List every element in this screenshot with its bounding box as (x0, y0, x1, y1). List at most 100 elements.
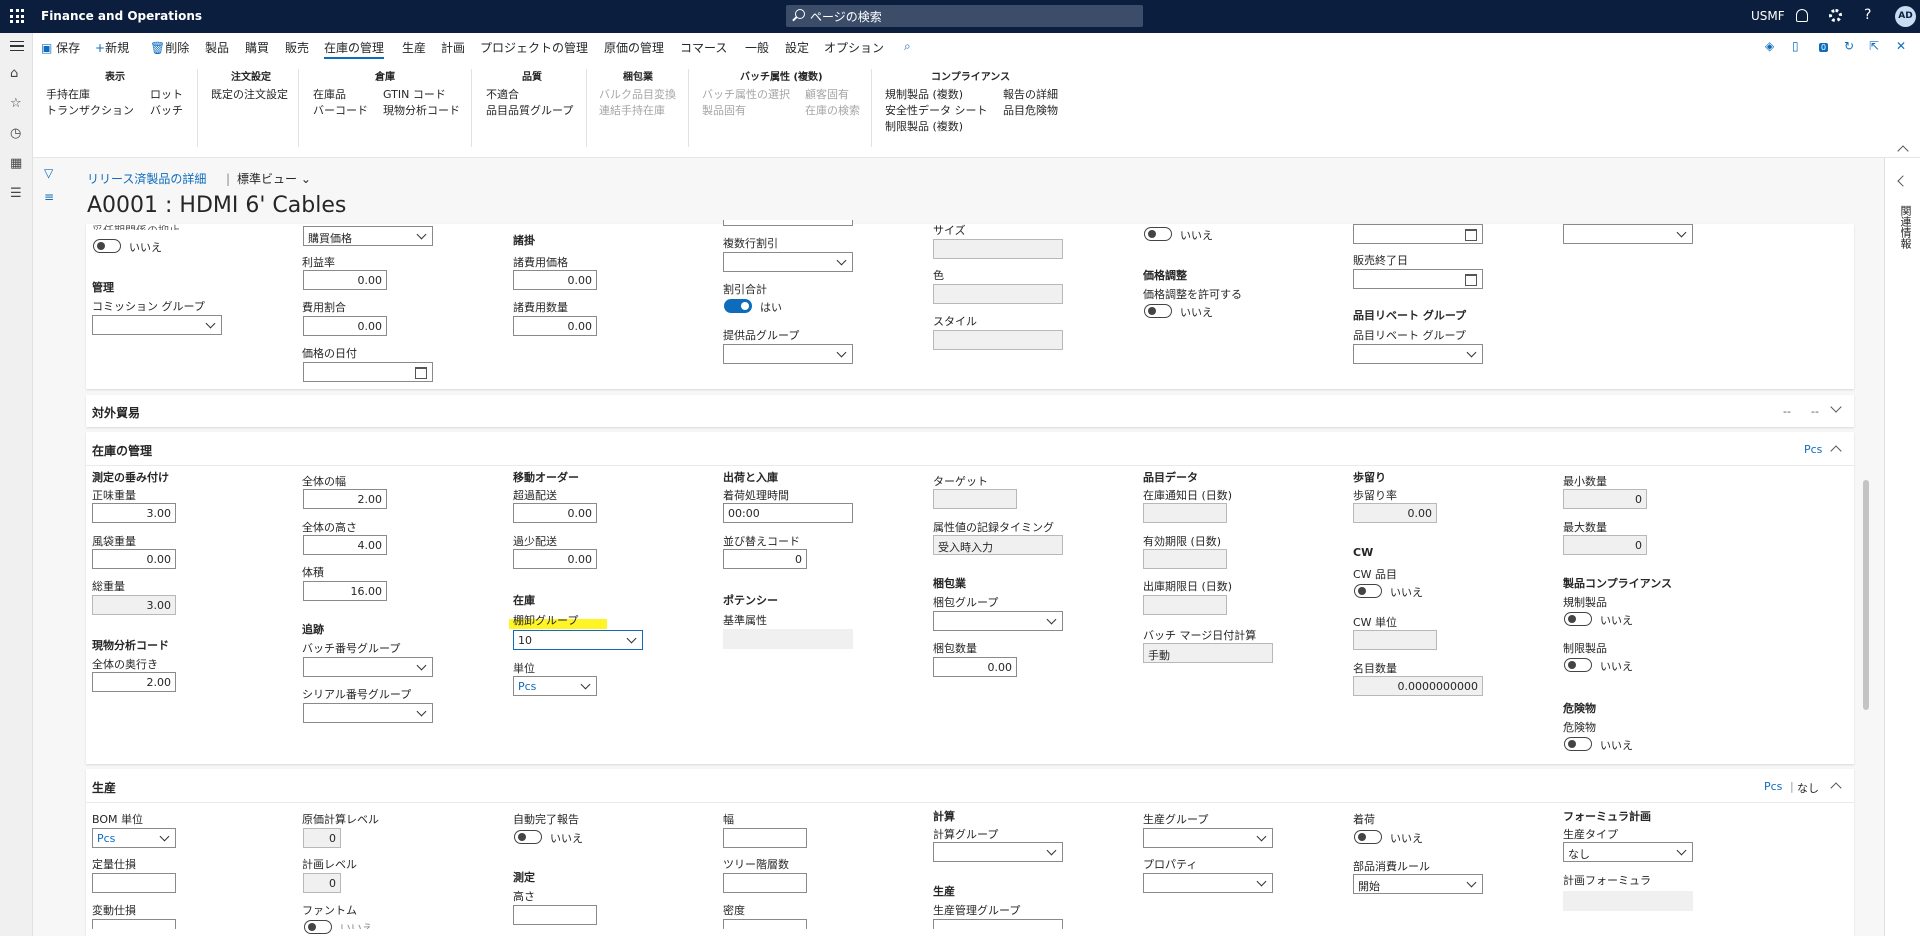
list-icon[interactable]: ≡ (44, 190, 54, 204)
production-header[interactable]: 生産 Pcs | なし (86, 769, 1854, 803)
recent-clock-icon[interactable]: ◷ (10, 127, 24, 140)
breadcrumb-link[interactable]: リリース済製品の詳細 (87, 170, 206, 187)
production-group-select[interactable] (1143, 828, 1273, 848)
calc-group-select[interactable] (933, 842, 1063, 862)
ribbon-warehouse-items[interactable]: 在庫品 (313, 86, 346, 102)
production-collapse-chevron-icon[interactable] (1830, 782, 1842, 794)
cost-pct-input[interactable]: 0.00 (303, 316, 387, 336)
expand-related-info-chevron-icon[interactable] (1897, 175, 1909, 187)
ribbon-report-details[interactable]: 報告の詳細 (1003, 86, 1058, 102)
ribbon-select-batch-attributes[interactable]: バッチ属性の選択 (702, 86, 790, 102)
supplied-item-group-select[interactable] (723, 344, 853, 364)
density-input[interactable] (723, 919, 807, 929)
filter-icon[interactable]: ▽ (44, 166, 53, 180)
view-selector[interactable]: | 標準ビュー ⌄ (226, 170, 311, 187)
ribbon-lot[interactable]: ロット (150, 86, 183, 102)
app-name[interactable]: Finance and Operations (41, 9, 202, 23)
home-icon[interactable]: ⌂ (10, 67, 24, 80)
hazardous-toggle[interactable] (1564, 737, 1592, 751)
company-picker[interactable]: USMF (1751, 9, 1785, 23)
attachments-badge-icon[interactable]: 0 (1819, 39, 1829, 53)
auto-report-toggle[interactable] (514, 830, 542, 844)
ribbon-bulk-item-conversion[interactable]: バルク品目変換 (599, 86, 676, 102)
phantom-toggle[interactable] (304, 920, 332, 934)
property-select[interactable] (1143, 873, 1273, 893)
ribbon-restricted-products[interactable]: 制限製品 (複数) (885, 118, 963, 134)
profit-input[interactable]: 0.00 (303, 270, 387, 290)
close-icon[interactable]: ✕ (1896, 39, 1906, 53)
color-field[interactable] (933, 284, 1063, 304)
app-launcher-icon[interactable] (10, 9, 24, 23)
vertical-scrollbar[interactable] (1863, 480, 1869, 710)
tree-levels-input[interactable] (723, 873, 807, 893)
tab-manage-projects[interactable]: プロジェクトの管理 (480, 39, 588, 56)
tab-engineer[interactable]: 生産 (402, 39, 426, 56)
settings-gear-icon[interactable] (1829, 9, 1842, 22)
ribbon-barcode[interactable]: バーコード (313, 102, 368, 118)
picking-toggle[interactable] (1354, 830, 1382, 844)
workspaces-icon[interactable]: ▦ (10, 157, 24, 170)
tab-purchase[interactable]: 購買 (245, 39, 269, 56)
sale-start-date-input[interactable] (1353, 224, 1483, 244)
ribbon-customer-specific[interactable]: 顧客固有 (805, 86, 849, 102)
diamond-icon[interactable]: ◈ (1765, 39, 1774, 53)
inventory-unit-select[interactable]: Pcs (513, 676, 597, 696)
style-field[interactable] (933, 330, 1063, 350)
tab-sell[interactable]: 販売 (285, 39, 309, 56)
volume-input[interactable]: 16.00 (303, 581, 387, 601)
tab-general[interactable]: 一般 (745, 39, 769, 56)
commission-group-select[interactable] (92, 315, 222, 335)
new-button[interactable]: +新規 (95, 39, 129, 56)
counting-group-select[interactable]: 10 (513, 630, 643, 650)
cw-item-toggle[interactable] (1354, 584, 1382, 598)
depth-input[interactable]: 2.00 (92, 672, 176, 692)
multiline-discount-select[interactable] (723, 252, 853, 272)
ribbon-on-hand[interactable]: 手持在庫 (46, 86, 90, 102)
charges-qty-input[interactable]: 0.00 (513, 316, 597, 336)
hamburger-menu-icon[interactable] (10, 41, 24, 51)
ribbon-regulated-products[interactable]: 規制製品 (複数) (885, 86, 963, 102)
ribbon-nonconformance[interactable]: 不適合 (486, 86, 519, 102)
tab-products[interactable]: 製品 (205, 39, 229, 56)
restricted-toggle[interactable] (1564, 658, 1592, 672)
fixed-scrap-input[interactable] (92, 873, 176, 893)
under-delivery-input[interactable]: 0.00 (513, 549, 597, 569)
tab-manage-inventory[interactable]: 在庫の管理 (324, 39, 385, 59)
ribbon-transactions[interactable]: トランザクション (46, 102, 134, 118)
total-discount-toggle[interactable] (724, 299, 752, 313)
toggle-cutoff[interactable] (93, 239, 121, 253)
c8-select[interactable] (1563, 224, 1693, 244)
ribbon-batch[interactable]: バッチ (150, 102, 183, 118)
toggle-c6[interactable] (1144, 227, 1172, 241)
ribbon-dimension-codes[interactable]: 現物分析コード (383, 102, 460, 118)
production-type-select[interactable]: なし (1563, 842, 1693, 862)
delete-button[interactable]: 🗑削除 (150, 39, 189, 56)
tab-retail[interactable]: コマース (680, 39, 727, 56)
manage-inventory-collapse-chevron-icon[interactable] (1830, 445, 1842, 457)
ribbon-linked-on-hand[interactable]: 連結手持在庫 (599, 102, 665, 118)
tab-plan[interactable]: 計画 (441, 39, 465, 56)
ribbon-item-quality-groups[interactable]: 品目品質グループ (486, 102, 573, 118)
bom-unit-select[interactable]: Pcs (92, 828, 176, 848)
refresh-icon[interactable]: ↻ (1844, 39, 1854, 53)
sort-code-input[interactable]: 0 (723, 549, 807, 569)
flushing-principle-select[interactable]: 開始 (1353, 874, 1483, 894)
collapse-ribbon-chevron-icon[interactable] (1897, 145, 1909, 157)
tab-options[interactable]: オプション (824, 39, 884, 56)
favorites-star-icon[interactable]: ☆ (10, 97, 24, 110)
ribbon-inventory-search[interactable]: 在庫の検索 (805, 102, 860, 118)
rebate-group-select[interactable] (1353, 344, 1483, 364)
tab-setup[interactable]: 設定 (785, 39, 809, 56)
price-date-input[interactable] (303, 362, 433, 382)
notifications-bell-icon[interactable] (1796, 9, 1808, 22)
truncated-field[interactable] (723, 220, 853, 226)
modules-list-icon[interactable]: ☰ (10, 187, 24, 200)
size-field[interactable] (933, 239, 1063, 259)
price-basis-select[interactable]: 購買価格 (303, 226, 433, 246)
net-weight-input[interactable]: 3.00 (92, 503, 176, 523)
save-button[interactable]: ▣ 保存 (41, 39, 80, 56)
action-search-icon[interactable]: ⌕ (904, 39, 911, 54)
height-input[interactable]: 4.00 (303, 535, 387, 555)
prod-width-input[interactable] (723, 828, 807, 848)
production-mgmt-group-select[interactable] (933, 919, 1063, 929)
